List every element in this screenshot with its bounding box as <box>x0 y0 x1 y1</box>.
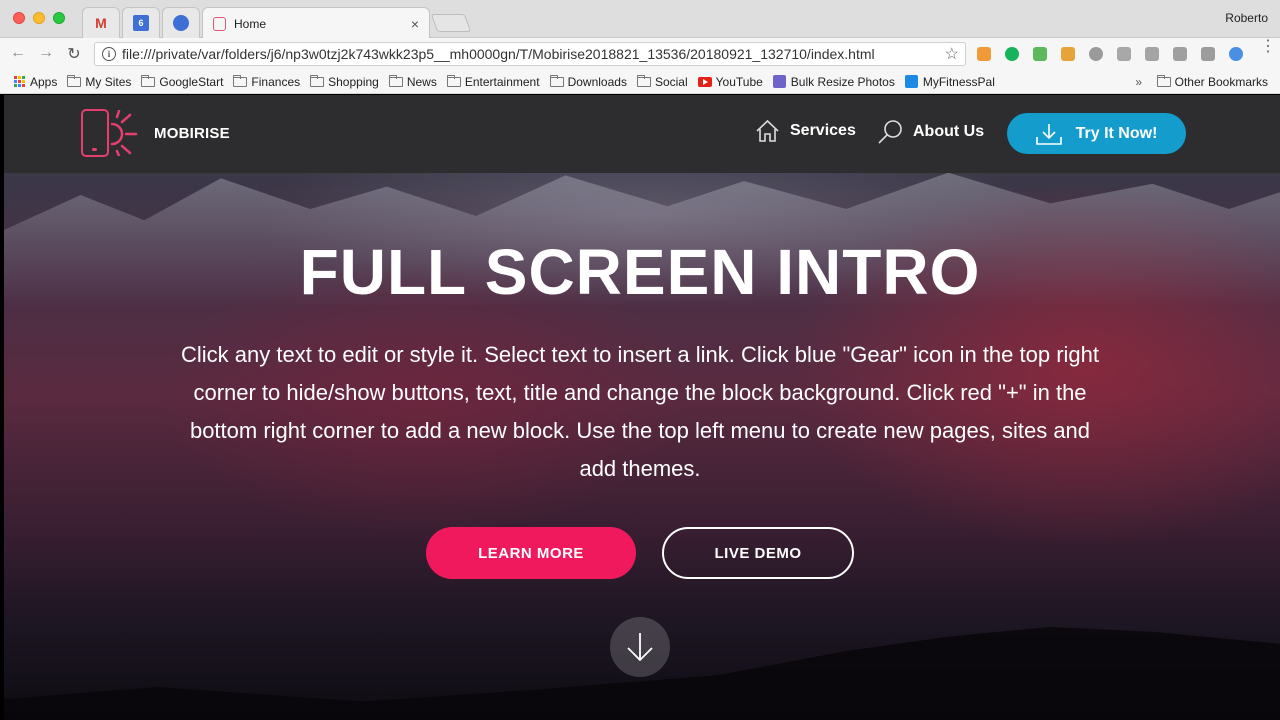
extension-inbox-icon[interactable] <box>1173 47 1187 61</box>
logo-phone-icon[interactable] <box>81 109 109 157</box>
extension-evernote-icon[interactable] <box>1033 47 1047 61</box>
brand-name[interactable]: MOBIRISE <box>154 125 230 142</box>
bookmark-label: YouTube <box>715 74 763 89</box>
folder-icon <box>310 74 325 87</box>
bookmark-label: Finances <box>251 74 301 89</box>
extension-chrome-icon[interactable] <box>1229 47 1243 61</box>
hero-description: Click any text to edit or style it. Sele… <box>180 342 1100 481</box>
calendar-icon: 6 <box>133 15 149 31</box>
folder-icon <box>446 74 461 87</box>
bookmark-label: MyFitnessPal <box>922 74 995 89</box>
scroll-down-button[interactable] <box>610 617 670 677</box>
bookmark-label: Social <box>654 74 688 89</box>
extension-drive-icon[interactable] <box>1117 47 1131 61</box>
download-icon <box>1035 123 1062 145</box>
logo-sun-icon <box>110 110 138 156</box>
try-it-now-label: Try It Now! <box>1075 124 1158 142</box>
bookmark-label: My Sites <box>85 74 132 89</box>
profile-name[interactable]: Roberto <box>1225 11 1268 25</box>
folder-icon <box>549 74 564 87</box>
hero-title: FULL SCREEN INTRO <box>299 236 981 308</box>
site-navbar: MOBIRISE Services About Us Try It Now! <box>4 95 1280 173</box>
folder-icon <box>636 74 651 87</box>
gmail-icon: M <box>95 15 107 31</box>
bookmark-label: Entertainment <box>464 74 540 89</box>
folder-icon <box>67 74 82 87</box>
reload-icon[interactable]: ↻ <box>64 44 84 64</box>
youtube-icon <box>697 76 712 87</box>
folder-icon <box>388 74 403 87</box>
bookmark-entertainment[interactable]: Entertainment <box>446 74 540 89</box>
search-icon <box>878 120 902 144</box>
extension-hammer-icon[interactable] <box>1061 47 1075 61</box>
bookmark-label: Bulk Resize Photos <box>790 74 895 89</box>
extension-chart-icon[interactable] <box>977 47 991 61</box>
nav-services-label: Services <box>790 122 856 139</box>
tab-calendar[interactable]: 6 <box>122 7 160 38</box>
extension-screenshot-icon[interactable] <box>1145 47 1159 61</box>
bookmark-youtube[interactable]: YouTube <box>697 74 763 89</box>
bookmark-shopping[interactable]: Shopping <box>310 74 379 89</box>
mobirise-icon <box>213 16 226 31</box>
tab-title: Home <box>234 16 267 31</box>
arrow-down-icon <box>627 633 653 662</box>
nav-services[interactable]: Services <box>755 119 856 143</box>
forward-arrow-icon[interactable]: → <box>36 44 56 62</box>
other-bookmarks[interactable]: Other Bookmarks <box>1156 74 1268 89</box>
extension-bookmark-icon[interactable] <box>1201 47 1215 61</box>
tab-gmail[interactable]: M <box>82 7 120 38</box>
more-bookmarks-chevron-icon[interactable]: » <box>1135 75 1142 89</box>
extension-record-icon[interactable] <box>1089 47 1103 61</box>
bookmark-star-icon[interactable]: ☆ <box>945 44 959 64</box>
apps-grid-icon <box>14 76 25 87</box>
bookmark-label: Other Bookmarks <box>1174 74 1268 89</box>
web-page: MOBIRISE Services About Us Try It Now! F… <box>4 95 1280 720</box>
folder-icon <box>1156 74 1171 87</box>
folder-icon <box>233 74 248 87</box>
bookmark-label: Shopping <box>328 74 379 89</box>
close-tab-icon[interactable]: × <box>411 16 419 32</box>
live-demo-button[interactable]: LIVE DEMO <box>662 527 854 579</box>
myfitnesspal-icon <box>904 75 918 88</box>
info-icon[interactable]: i <box>102 47 116 61</box>
browser-tabstrip: M 6 Home × Roberto <box>0 0 1280 39</box>
bookmark-googlestart[interactable]: GoogleStart <box>141 74 224 89</box>
try-it-now-button[interactable]: Try It Now! <box>1007 113 1186 154</box>
bookmark-social[interactable]: Social <box>636 74 688 89</box>
maximize-window-button[interactable] <box>53 12 65 24</box>
bulk-resize-icon <box>772 75 786 88</box>
folder-icon <box>141 74 156 87</box>
bookmark-myfitnesspal[interactable]: MyFitnessPal <box>904 74 995 89</box>
bookmark-finances[interactable]: Finances <box>233 74 301 89</box>
bookmark-downloads[interactable]: Downloads <box>549 74 627 89</box>
bookmark-label: Apps <box>30 74 58 89</box>
bookmark-label: Downloads <box>567 74 627 89</box>
learn-more-button[interactable]: LEARN MORE <box>426 527 636 579</box>
nav-about-us-label: About Us <box>913 123 985 140</box>
bookmark-news[interactable]: News <box>388 74 437 89</box>
address-bar[interactable]: i file:///private/var/folders/j6/np3w0tz… <box>94 42 966 66</box>
bookmark-my-sites[interactable]: My Sites <box>67 74 132 89</box>
minimize-window-button[interactable] <box>33 12 45 24</box>
browser-toolbar: ← → ↻ i file:///private/var/folders/j6/n… <box>0 38 1280 70</box>
contacts-icon <box>173 15 189 31</box>
extension-grammarly-icon[interactable] <box>1005 47 1019 61</box>
bookmark-label: News <box>406 74 437 89</box>
tab-contacts[interactable] <box>162 7 200 38</box>
bookmark-bulk-resize[interactable]: Bulk Resize Photos <box>772 74 895 89</box>
url-text[interactable]: file:///private/var/folders/j6/np3w0tzj2… <box>122 46 945 62</box>
browser-menu-icon[interactable]: ⋮ <box>1260 39 1276 55</box>
nav-about-us[interactable]: About Us <box>877 119 984 145</box>
new-tab-button[interactable] <box>430 14 472 32</box>
tab-home[interactable]: Home × <box>202 7 430 39</box>
close-window-button[interactable] <box>13 12 25 24</box>
bookmark-label: GoogleStart <box>159 74 224 89</box>
bookmark-apps[interactable]: Apps <box>14 75 57 89</box>
home-icon <box>756 119 779 142</box>
bookmarks-bar: Apps My Sites GoogleStart Finances Shopp… <box>0 70 1280 94</box>
back-arrow-icon[interactable]: ← <box>8 44 28 62</box>
